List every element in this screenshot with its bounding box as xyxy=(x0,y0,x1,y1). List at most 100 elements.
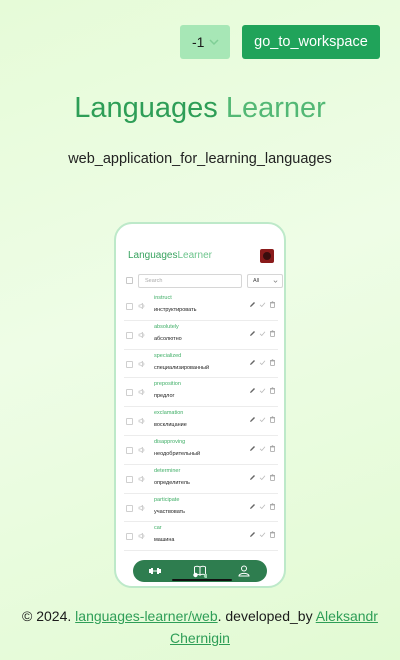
trash-icon xyxy=(270,387,275,394)
list-item: disapproving неодобрительный xyxy=(124,436,278,465)
phone-preview: LanguagesLearner Search All instruct инст… xyxy=(114,222,286,588)
app-title-part2: Learner xyxy=(177,250,212,261)
check-icon xyxy=(259,331,266,336)
list-item: participate участвовать xyxy=(124,494,278,523)
speaker-icon xyxy=(138,533,145,540)
word-text: disapproving xyxy=(154,438,186,445)
row-checkbox[interactable] xyxy=(126,331,133,339)
copyright: © 2024. xyxy=(22,608,72,624)
translation-text: инструктировать xyxy=(154,307,197,313)
edit-icon xyxy=(250,302,255,307)
row-checkbox[interactable] xyxy=(126,475,133,483)
word-text: participate xyxy=(154,496,180,503)
word-text: exclamation xyxy=(154,410,184,417)
hero-title-part1: Languages xyxy=(74,92,218,124)
user-icon xyxy=(238,565,250,577)
translation-text: предлог xyxy=(154,393,175,400)
developed-by: . developed_by xyxy=(217,608,313,624)
filter-select-value: All xyxy=(253,278,260,284)
word-text: instruct xyxy=(154,295,172,301)
trash-icon xyxy=(270,503,275,510)
speaker-icon xyxy=(138,446,145,454)
footer: © 2024. languages-learner/web. developed… xyxy=(0,605,400,649)
edit-icon xyxy=(250,388,255,394)
row-checkbox[interactable] xyxy=(126,504,133,512)
speaker-icon xyxy=(138,302,145,310)
speaker-icon xyxy=(138,389,145,396)
translation-text: машина xyxy=(154,537,175,544)
row-checkbox[interactable] xyxy=(126,389,133,397)
word-list: instruct инструктировать absolutely абсолют… xyxy=(124,292,278,552)
edit-icon xyxy=(250,445,255,451)
app-title-part1: Languages xyxy=(128,250,178,261)
row-checkbox[interactable] xyxy=(126,418,133,426)
word-text: specialized xyxy=(154,352,182,359)
chevron-down-icon xyxy=(273,280,278,283)
edit-icon xyxy=(250,474,255,480)
check-icon xyxy=(259,504,266,509)
row-checkbox[interactable] xyxy=(126,360,133,368)
trash-icon xyxy=(270,330,275,337)
list-item: exclamation восклицание xyxy=(124,407,278,436)
edit-icon xyxy=(250,359,255,365)
row-actions xyxy=(249,359,276,366)
check-icon xyxy=(259,302,266,308)
trash-icon xyxy=(270,445,275,452)
list-item: determiner определитель xyxy=(124,465,278,494)
translation-text: абсолютно xyxy=(154,335,182,342)
word-text: determiner xyxy=(154,467,181,474)
list-item: absolutely абсолютно xyxy=(124,321,278,350)
row-checkbox[interactable] xyxy=(126,533,133,541)
search-input: Search xyxy=(138,274,242,288)
word-text: preposition xyxy=(154,381,181,388)
trash-icon xyxy=(270,301,275,308)
check-icon xyxy=(259,360,266,365)
language-select[interactable]: -1 xyxy=(180,25,230,59)
edit-icon xyxy=(250,330,255,336)
word-text: car xyxy=(154,525,162,532)
home-indicator xyxy=(172,579,232,581)
app-title: LanguagesLearner xyxy=(128,250,212,261)
repo-link[interactable]: languages-learner/web xyxy=(75,608,217,624)
trash-icon xyxy=(270,416,275,423)
translation-text: специализированный xyxy=(154,364,210,371)
row-actions xyxy=(249,531,276,538)
row-checkbox[interactable] xyxy=(126,446,133,454)
check-icon xyxy=(259,532,266,538)
check-icon xyxy=(259,417,266,423)
list-item: car машина xyxy=(124,522,278,552)
translation-text: участвовать xyxy=(154,508,186,515)
check-icon xyxy=(259,388,266,394)
edit-icon xyxy=(250,503,255,509)
hero-title-part2: Learner xyxy=(225,92,326,124)
list-item: instruct инструктировать xyxy=(124,292,278,321)
select-all-checkbox xyxy=(126,277,133,284)
row-actions xyxy=(249,330,276,337)
hero-title: Languages Learner xyxy=(0,92,400,125)
row-actions xyxy=(249,301,276,308)
hero-subtitle: web_application_for_learning_languages xyxy=(68,151,332,167)
language-select-value: -1 xyxy=(192,34,205,50)
speaker-icon xyxy=(138,418,145,425)
row-actions xyxy=(249,503,276,510)
translation-text: неодобрительный xyxy=(154,450,201,457)
trash-icon xyxy=(270,359,275,366)
speaker-icon xyxy=(138,475,145,482)
book-icon xyxy=(193,565,207,578)
dumbbell-icon xyxy=(149,568,161,574)
translation-text: определитель xyxy=(154,479,190,486)
top-bar: -1 go_to_workspace xyxy=(0,25,400,59)
speaker-icon xyxy=(138,504,145,511)
row-actions xyxy=(249,416,276,423)
avatar xyxy=(260,249,274,263)
speaker-icon xyxy=(138,331,145,338)
speaker-icon xyxy=(138,360,145,367)
trash-icon xyxy=(270,531,275,538)
filter-select: All xyxy=(247,274,283,288)
list-item: preposition предлог xyxy=(124,378,278,408)
row-checkbox[interactable] xyxy=(126,303,133,310)
row-actions xyxy=(249,387,276,394)
trash-icon xyxy=(270,474,275,481)
word-toolbar: Search All xyxy=(126,274,283,288)
go-to-workspace-button[interactable]: go_to_workspace xyxy=(242,25,380,59)
